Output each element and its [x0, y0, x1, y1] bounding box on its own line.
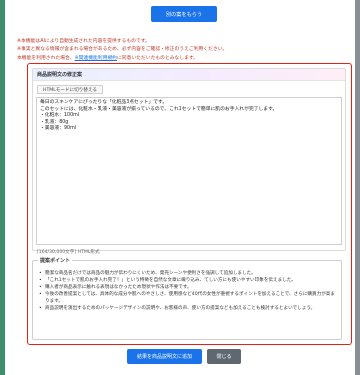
ai-suggestion-modal: 別の案をもらう ※本機能はAIにより自動生成された内容を提供するものです。 ※事… [5, 0, 355, 375]
suggestion-list: 簡潔な商品名だけでは商品の魅力が伝わりにくいため、発売シーンや便利さを強調して追… [37, 271, 337, 312]
disclaimer-line-3: 本機能を利用された場合、※関連機能利用規約に同意いただいたものとみなします。 [17, 55, 347, 63]
list-item: 「これ1セットで肌のお手入れ完了！」という特徴を自然な文章に織り込み、てしい方に… [37, 278, 337, 285]
highlighted-result-area: 商品説明文の修正案 HTMLモードに切り替える 毎日のスキンケアにぴったりな「化… [27, 63, 352, 345]
list-item: 商品説明を演出するためのパッケージデザインの説明や、お客様の声、使い方の提案など… [37, 306, 337, 313]
close-button[interactable]: 閉じる [207, 349, 241, 364]
disclaimer-line-1: ※本機能はAIにより自動生成された内容を提供するものです。 [17, 39, 150, 44]
suggestion-points-box: 提案ポイント 簡潔な商品名だけでは商品の魅力が伝わりにくいため、発売シーンや便利… [32, 257, 342, 340]
disclaimer-line-3-prefix: 本機能を利用された場合、 [17, 55, 75, 61]
description-panel: 商品説明文の修正案 HTMLモードに切り替える 毎日のスキンケアにぴったりな「化… [32, 68, 346, 255]
editor-line: このセットには、化粧水・乳液・美容液が揃っているので、これ1セットで簡単に肌のお… [40, 106, 278, 112]
regenerate-button[interactable]: 別の案をもらう [151, 6, 217, 22]
list-item: 今後の改善提案としては、具体的な成分や肌へのやさしさ、使用感など40代の女性が重… [37, 292, 337, 306]
suggestion-title: 提案ポイント [38, 257, 73, 264]
disclaimer-line-2: ※事実と異なる情報が含まれる場合があるため、必ず内容をご確認・修正のうえご利用く… [17, 47, 228, 53]
disclaimer-line-3-suffix: に同意いただいたものとみなします。 [116, 55, 199, 61]
html-mode-toggle-button[interactable]: HTMLモードに切り替える [37, 85, 103, 94]
description-editor[interactable]: 毎日のスキンケアにぴったりな「化粧品3点セット」です。 このセットには、化粧水・… [36, 97, 342, 245]
terms-link[interactable]: ※関連機能利用規約 [75, 56, 117, 61]
character-counter: [164/30,000文字] HTML形式 [37, 250, 100, 255]
list-item: 購入者が商品表示に触れる表現はなかったため現状や作法は不要です。 [37, 285, 337, 292]
editor-line: ・乳液：80g [40, 119, 69, 125]
editor-line: ・美容液：90ml [40, 126, 77, 132]
editor-line: ・化粧水：100ml [40, 113, 80, 119]
panel-title: 商品説明文の修正案 [33, 69, 345, 81]
editor-line: 毎日のスキンケアにぴったりな「化粧品3点セット」です。 [40, 100, 168, 105]
list-item: 簡潔な商品名だけでは商品の魅力が伝わりにくいため、発売シーンや便利さを強調して追… [37, 271, 337, 278]
background-app-right [355, 0, 360, 375]
disclaimer-notes: ※本機能はAIにより自動生成された内容を提供するものです。 ※事実と異なる情報が… [17, 38, 347, 63]
add-to-description-button[interactable]: 結果を商品説明文に追加 [127, 349, 202, 364]
